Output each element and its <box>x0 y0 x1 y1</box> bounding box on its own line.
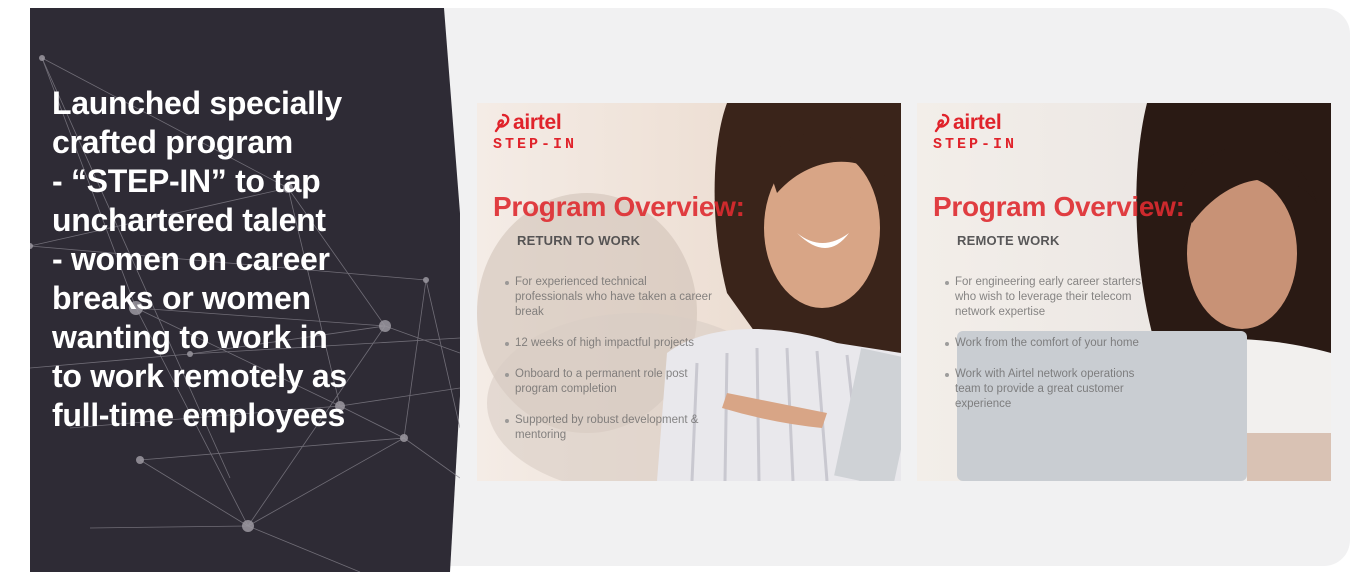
overview-title: Program Overview: <box>493 191 745 222</box>
headline-line: - women on career <box>52 241 330 277</box>
bullet-item: For engineering early career starters wh… <box>945 275 1155 320</box>
bullet-list: For engineering early career starters wh… <box>945 275 1155 428</box>
headline-line: to work remotely as <box>52 358 347 394</box>
headline-line: wanting to work in <box>52 319 328 355</box>
headline-line: Launched specially <box>52 85 342 121</box>
airtel-logo-icon <box>494 113 510 133</box>
bullet-item: Work with Airtel network operations team… <box>945 367 1155 412</box>
program-card-remote-work: airtel STEP-IN Program Overview: REMOTE … <box>917 103 1331 481</box>
bullet-item: Supported by robust development & mentor… <box>505 413 715 443</box>
airtel-brand: airtel STEP-IN <box>933 111 1017 154</box>
bullet-list: For experienced technical professionals … <box>505 275 715 459</box>
headline-line: breaks or women <box>52 280 311 316</box>
bullet-item: Work from the comfort of your home <box>945 336 1155 351</box>
bullet-item: For experienced technical professionals … <box>505 275 715 320</box>
airtel-brand: airtel STEP-IN <box>493 111 577 154</box>
program-name: STEP-IN <box>933 136 1018 153</box>
headline-text: Launched specially crafted program - “ST… <box>52 84 412 435</box>
brand-name: airtel <box>953 111 1002 134</box>
section-heading: RETURN TO WORK <box>517 233 641 248</box>
slide: Launched specially crafted program - “ST… <box>0 0 1364 572</box>
bullet-item: Onboard to a permanent role post program… <box>505 367 715 397</box>
headline-line: full-time employees <box>52 397 346 433</box>
section-heading: REMOTE WORK <box>957 233 1060 248</box>
brand-name: airtel <box>513 111 562 134</box>
headline-line: crafted program <box>52 124 293 160</box>
headline-line: unchartered talent <box>52 202 326 238</box>
program-name: STEP-IN <box>493 136 578 153</box>
overview-title: Program Overview: <box>933 191 1185 222</box>
headline-line: - “STEP-IN” to tap <box>52 163 321 199</box>
headline-panel: Launched specially crafted program - “ST… <box>30 8 460 572</box>
program-card-return-to-work: airtel STEP-IN Program Overview: RETURN … <box>477 103 901 481</box>
bullet-item: 12 weeks of high impactful projects <box>505 336 715 351</box>
airtel-logo-icon <box>934 113 950 133</box>
